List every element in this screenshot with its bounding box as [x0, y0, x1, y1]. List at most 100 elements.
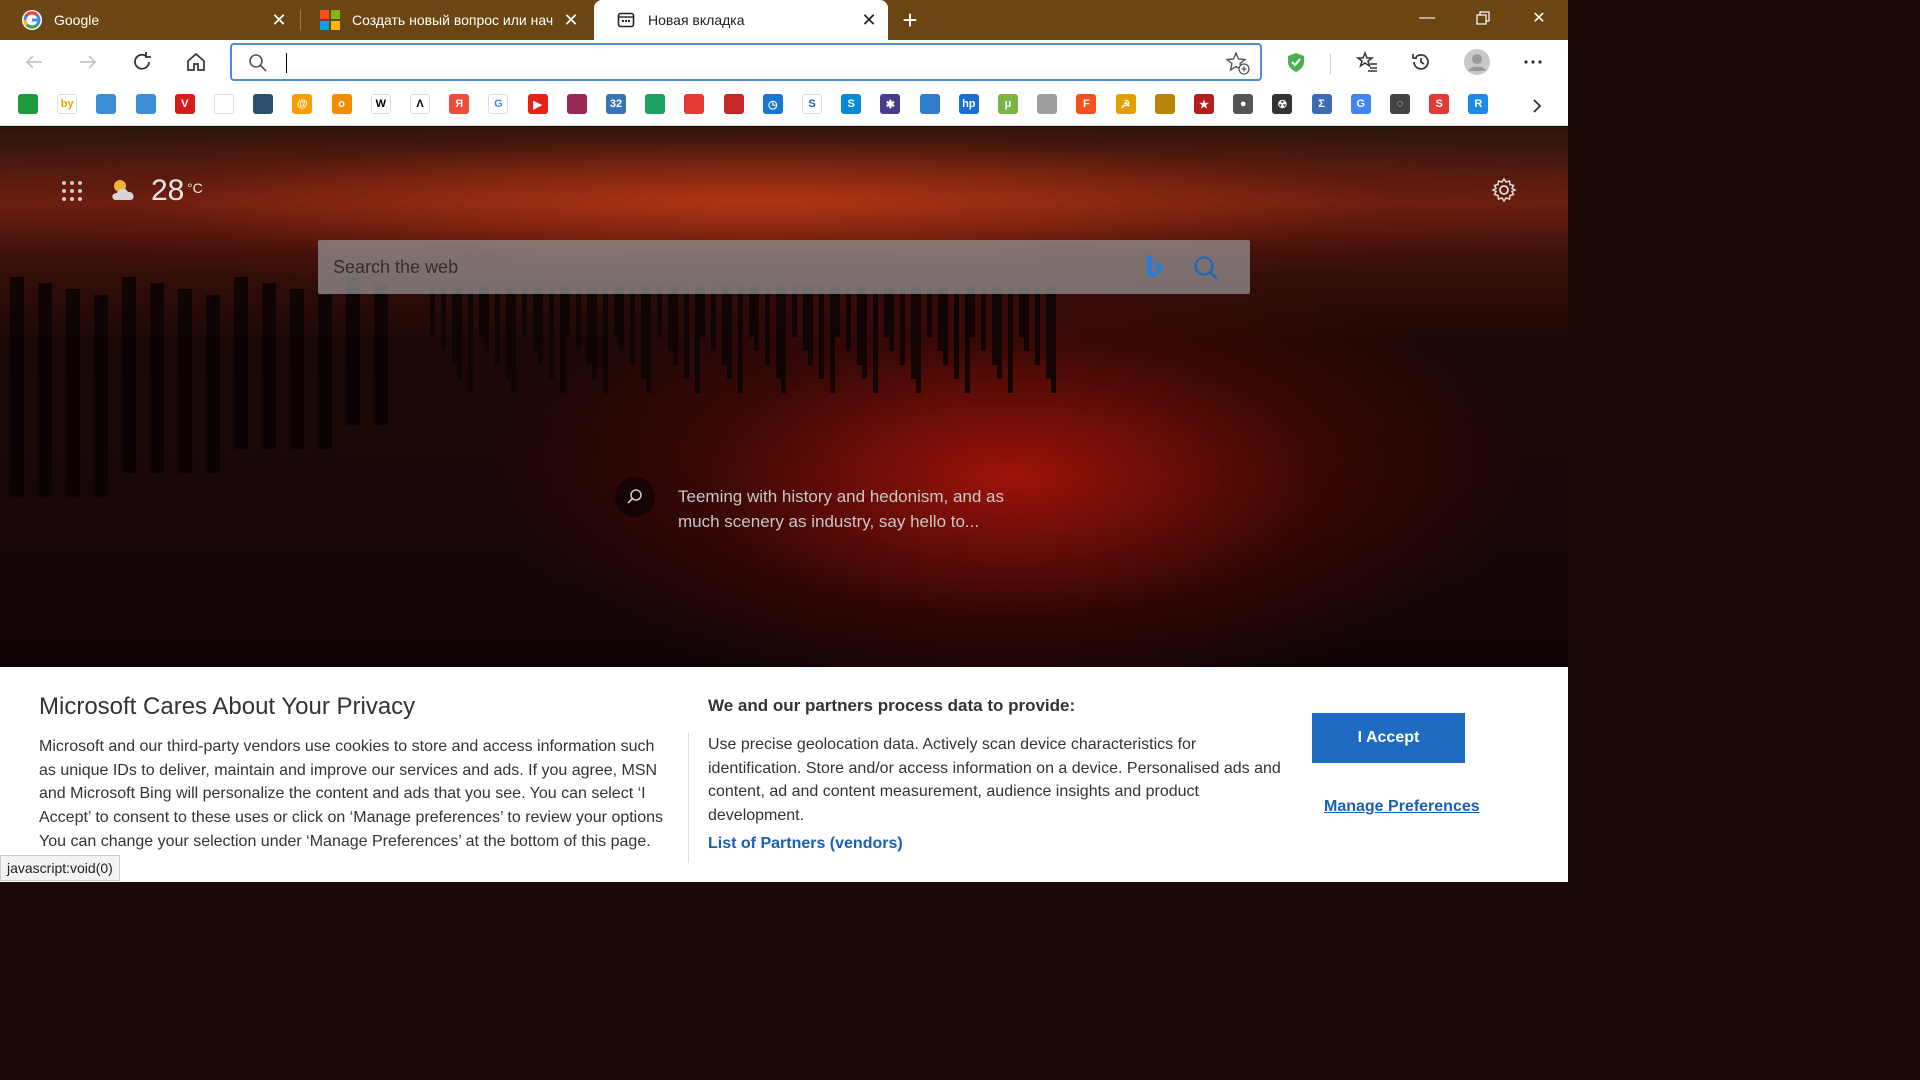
- privacy-title: Microsoft Cares About Your Privacy: [39, 693, 416, 720]
- history-button[interactable]: [1405, 46, 1437, 78]
- pier-post: [318, 295, 332, 449]
- avatar-icon: [1464, 49, 1490, 75]
- favorites-button[interactable]: [1351, 46, 1383, 78]
- radiation-icon[interactable]: ☢: [1272, 94, 1293, 114]
- add-favorite-icon[interactable]: [1225, 51, 1250, 80]
- pier-post: [290, 289, 304, 449]
- tab-google[interactable]: Google ✕: [0, 0, 298, 40]
- image-story-text[interactable]: Teeming with history and hedonism, and a…: [678, 484, 1008, 534]
- pier-post: [522, 287, 527, 337]
- vivaldi-icon[interactable]: V: [174, 94, 195, 114]
- favorites-overflow-chevron-icon[interactable]: [1524, 93, 1550, 119]
- web-search-input[interactable]: [318, 240, 1118, 294]
- close-icon[interactable]: ✕: [266, 7, 292, 33]
- wikipedia-icon[interactable]: W: [370, 94, 391, 114]
- odnoklassniki-icon[interactable]: о: [331, 94, 352, 114]
- settings-more-button[interactable]: [1517, 46, 1549, 78]
- profile-button[interactable]: [1461, 46, 1493, 78]
- refresh-button[interactable]: [126, 46, 158, 78]
- pier-post: [94, 295, 108, 497]
- image-info-search-icon[interactable]: [615, 477, 655, 517]
- hp-icon[interactable]: hp: [958, 94, 979, 114]
- close-window-button[interactable]: ✕: [1512, 0, 1566, 36]
- app-icon[interactable]: [135, 94, 156, 114]
- search-icon[interactable]: [1192, 254, 1220, 287]
- address-bar[interactable]: [230, 43, 1262, 81]
- sigma-icon[interactable]: Σ: [1311, 94, 1332, 114]
- flag-icon[interactable]: [214, 94, 234, 114]
- app-icon[interactable]: S: [1429, 94, 1450, 114]
- app-icon[interactable]: [253, 94, 274, 114]
- shield-icon[interactable]: [18, 94, 38, 114]
- yandex-icon[interactable]: Я: [449, 94, 470, 114]
- translate-icon[interactable]: G: [1350, 94, 1371, 114]
- mail-at-icon[interactable]: @: [292, 94, 313, 114]
- temperature-value[interactable]: 28: [151, 174, 184, 208]
- tab-microsoft-answers[interactable]: Создать новый вопрос или нач ✕: [298, 0, 590, 40]
- pier-post: [889, 287, 894, 351]
- pier-post: [873, 287, 878, 393]
- close-icon[interactable]: ✕: [558, 7, 584, 33]
- temperature-unit: °C: [187, 180, 203, 196]
- pier-post: [927, 287, 932, 337]
- manage-preferences-link[interactable]: Manage Preferences: [1324, 798, 1480, 816]
- tab-title: Создать новый вопрос или нач: [352, 12, 554, 28]
- more-dots-icon: [1524, 60, 1542, 64]
- bing-icon[interactable]: [1144, 254, 1164, 285]
- app-icon[interactable]: ★: [1194, 94, 1214, 114]
- gear-icon[interactable]: ✱: [880, 94, 901, 114]
- pier-post: [943, 287, 948, 365]
- clock-icon[interactable]: ◷: [762, 94, 783, 114]
- close-icon[interactable]: ✕: [856, 7, 882, 33]
- youtube-icon[interactable]: ▶: [527, 94, 548, 114]
- star-icon[interactable]: ☭: [1115, 94, 1136, 114]
- new-tab-button[interactable]: +: [896, 5, 924, 35]
- app-launcher-icon[interactable]: [62, 181, 84, 203]
- skype-icon[interactable]: S: [841, 94, 862, 114]
- app-icon[interactable]: R: [1468, 94, 1489, 114]
- app-icon[interactable]: [96, 94, 117, 114]
- home-button[interactable]: [180, 46, 212, 78]
- app-icon[interactable]: 32: [606, 94, 626, 114]
- app-icon[interactable]: F: [1076, 94, 1097, 114]
- app-icon[interactable]: [566, 94, 587, 114]
- s-icon[interactable]: S: [802, 94, 822, 114]
- search-icon: [248, 53, 268, 78]
- pier-post: [727, 287, 732, 379]
- tab-new-tab[interactable]: Новая вкладка ✕: [594, 0, 888, 40]
- utorrent-icon[interactable]: μ: [998, 94, 1018, 114]
- pier-post: [808, 287, 813, 365]
- pier-post: [862, 287, 867, 379]
- text-cursor: [286, 53, 287, 73]
- app-icon[interactable]: [1154, 94, 1175, 114]
- extension-shield-button[interactable]: [1280, 46, 1312, 78]
- refresh-icon: [134, 52, 151, 70]
- app-icon[interactable]: [723, 94, 744, 114]
- pier-post: [484, 287, 489, 351]
- lambda-icon[interactable]: Λ: [410, 94, 430, 114]
- partners-link[interactable]: List of Partners (vendors): [708, 835, 903, 853]
- gear-icon[interactable]: [1491, 177, 1517, 208]
- chart-icon[interactable]: [919, 94, 940, 114]
- back-arrow-icon: [25, 55, 42, 69]
- minimize-button[interactable]: —: [1400, 0, 1454, 36]
- forward-button[interactable]: [72, 46, 104, 78]
- pier-post: [38, 283, 52, 497]
- google-icon[interactable]: G: [488, 94, 509, 114]
- app-icon[interactable]: ●: [1233, 94, 1254, 114]
- pier-post: [346, 277, 360, 425]
- restore-button[interactable]: [1456, 0, 1510, 36]
- accept-button[interactable]: I Accept: [1312, 713, 1465, 763]
- back-button[interactable]: [18, 46, 50, 78]
- pier-post: [206, 295, 220, 473]
- app-icon[interactable]: [1037, 94, 1058, 114]
- restore-icon: [1476, 11, 1490, 25]
- weather-cloud-icon[interactable]: [108, 176, 140, 209]
- app-icon[interactable]: ◌: [1390, 94, 1410, 114]
- pier-post: [846, 287, 851, 351]
- purposes-heading: We and our partners process data to prov…: [708, 696, 1076, 715]
- pin-icon[interactable]: [684, 94, 705, 114]
- pier-post: [468, 287, 473, 393]
- byfly-icon[interactable]: by: [57, 94, 78, 114]
- maps-pin-icon[interactable]: [645, 94, 666, 114]
